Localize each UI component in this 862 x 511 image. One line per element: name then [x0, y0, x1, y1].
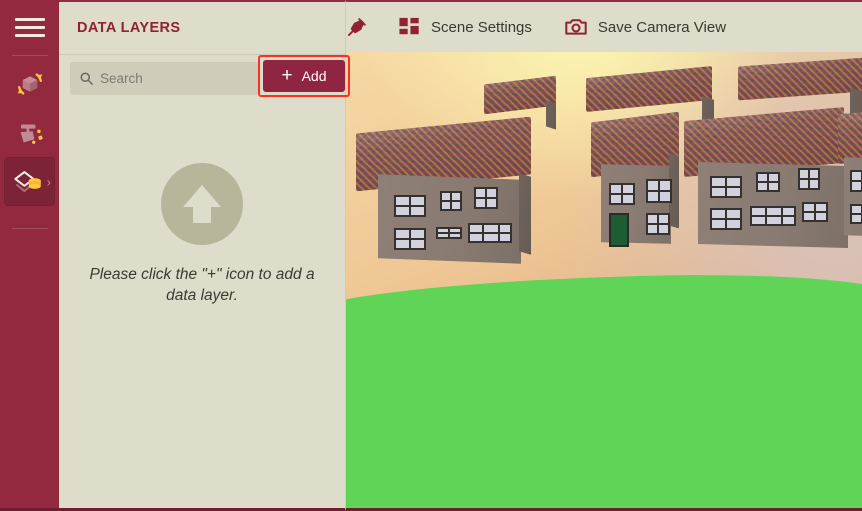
upload-arrow-icon — [161, 163, 243, 245]
sidebar-item-3d-model[interactable] — [4, 59, 55, 108]
house-front-left — [356, 116, 536, 265]
paint-roller-icon — [12, 115, 48, 151]
sidebar-item-styling[interactable] — [4, 108, 55, 157]
data-layers-panel: DATA LAYERS + Add — [59, 0, 350, 511]
pin-icon — [346, 16, 368, 38]
add-layer-button[interactable]: + Add — [263, 60, 345, 92]
rail-divider-top — [12, 55, 48, 56]
hamburger-icon — [14, 13, 45, 42]
search-input[interactable] — [100, 70, 250, 86]
panel-body: Please click the "+" icon to add a data … — [59, 101, 345, 508]
top-toolbar: Scene Settings Save Camera View — [346, 0, 862, 52]
panel-header: DATA LAYERS — [59, 2, 345, 54]
add-layer-highlight: + Add — [258, 55, 350, 97]
rail-item-list: › — [0, 59, 59, 206]
house-front-right — [684, 107, 848, 248]
search-icon — [79, 71, 94, 86]
left-icon-rail: › — [0, 0, 59, 511]
add-layer-label: Add — [301, 68, 327, 84]
search-box[interactable] — [70, 61, 259, 95]
application-window: Scene Settings Save Camera View DATA LAY… — [0, 0, 862, 511]
data-layers-icon — [11, 165, 49, 199]
plus-icon: + — [281, 64, 293, 86]
sidebar-item-data-layers[interactable]: › — [4, 157, 55, 206]
scene-settings-label: Scene Settings — [431, 18, 532, 36]
3d-scene-viewport[interactable] — [346, 52, 862, 511]
house-front-mid — [591, 111, 683, 247]
house-edge-right — [838, 109, 862, 237]
rotate-cube-icon — [12, 66, 48, 102]
page-title: DATA LAYERS — [77, 20, 181, 36]
empty-state-message: Please click the "+" icon to add a data … — [89, 266, 315, 304]
chevron-right-icon: › — [46, 174, 51, 189]
save-camera-view-button[interactable]: Save Camera View — [564, 1, 726, 53]
rail-divider-bottom — [12, 228, 48, 229]
save-camera-view-label: Save Camera View — [597, 18, 727, 36]
main-menu-button[interactable] — [0, 0, 59, 55]
camera-icon — [564, 15, 588, 39]
scene-settings-button[interactable]: Scene Settings — [398, 1, 532, 53]
empty-state: Please click the "+" icon to add a data … — [59, 163, 345, 307]
scene-settings-icon — [398, 16, 421, 39]
ground-plane — [346, 268, 862, 508]
